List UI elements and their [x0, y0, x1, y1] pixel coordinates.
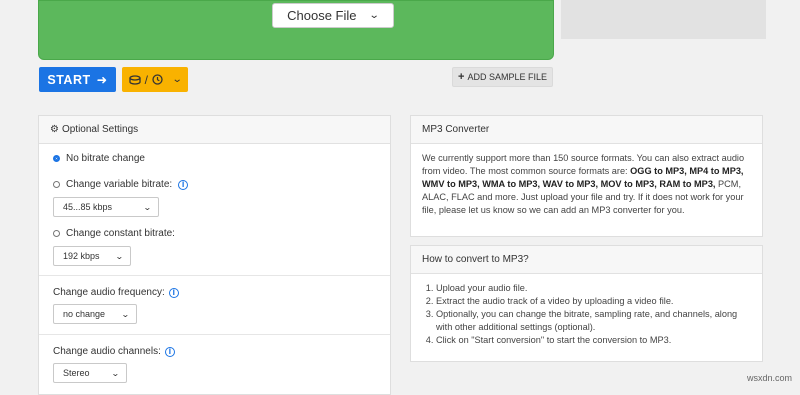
variable-bitrate-radio[interactable] — [53, 181, 60, 188]
mp3-converter-description: We currently support more than 150 sourc… — [411, 144, 762, 225]
audio-frequency-label: Change audio frequency: i — [53, 287, 179, 298]
info-icon[interactable]: i — [164, 346, 175, 357]
chevron-down-icon: ⌄ — [171, 74, 183, 85]
audio-channels-value: Stereo — [63, 368, 90, 378]
audio-frequency-value: no change — [63, 309, 106, 319]
start-label: START — [47, 72, 91, 87]
optional-settings-header: ⚙ Optional Settings — [39, 116, 390, 144]
gear-icon: ⚙ — [50, 124, 59, 135]
options-dropdown-button[interactable]: / ⌄ — [122, 67, 188, 92]
slash-separator: / — [144, 72, 148, 87]
steps-list: Upload your audio file. Extract the audi… — [422, 282, 751, 347]
plus-icon: + — [458, 71, 465, 83]
how-to-panel: How to convert to MP3? Upload your audio… — [410, 245, 763, 362]
ad-placeholder — [561, 0, 766, 39]
optional-settings-title: Optional Settings — [61, 124, 139, 135]
how-to-title: How to convert to MP3? — [422, 254, 529, 265]
mp3-converter-panel: MP3 Converter We currently support more … — [410, 115, 763, 237]
how-to-steps: Upload your audio file. Extract the audi… — [411, 274, 762, 355]
list-item: Optionally, you can change the bitrate, … — [436, 308, 751, 334]
variable-bitrate-value: 45...85 kbps — [63, 202, 113, 212]
variable-bitrate-select[interactable]: 45...85 kbps ⌄ — [53, 197, 159, 217]
chevron-down-icon: ⌄ — [111, 368, 121, 378]
list-item: Extract the audio track of a video by up… — [436, 295, 751, 308]
choose-file-label: Choose File — [287, 8, 357, 23]
chevron-down-icon: ⌄ — [115, 251, 125, 261]
audio-channels-select[interactable]: Stereo ⌄ — [53, 363, 127, 383]
chevron-down-icon: ⌄ — [121, 309, 131, 319]
file-upload-dropzone[interactable]: Choose File ⌄ — [38, 0, 554, 60]
choose-file-button[interactable]: Choose File ⌄ — [272, 3, 394, 28]
clock-icon — [152, 74, 163, 85]
arrow-right-icon: ➜ — [96, 73, 108, 87]
audio-channels-label: Change audio channels: i — [53, 346, 175, 357]
optional-settings-panel: ⚙ Optional Settings No bitrate change Ch… — [38, 115, 391, 395]
chevron-down-icon: ⌄ — [143, 202, 153, 212]
chevron-down-icon: ⌄ — [369, 10, 381, 21]
no-bitrate-label: No bitrate change — [66, 153, 145, 164]
constant-bitrate-select[interactable]: 192 kbps ⌄ — [53, 246, 131, 266]
mp3-converter-title: MP3 Converter — [422, 124, 490, 135]
start-button[interactable]: START ➜ — [39, 67, 116, 92]
audio-channels-text: Change audio channels: — [53, 346, 161, 357]
add-sample-label: ADD SAMPLE FILE — [467, 72, 547, 82]
info-icon[interactable]: i — [178, 179, 189, 190]
mp3-converter-header: MP3 Converter — [411, 116, 762, 144]
divider — [39, 275, 390, 276]
add-sample-file-button[interactable]: + ADD SAMPLE FILE — [452, 67, 553, 87]
variable-bitrate-label: Change variable bitrate: — [66, 179, 173, 190]
database-icon — [128, 74, 141, 85]
how-to-header: How to convert to MP3? — [411, 246, 762, 274]
variable-bitrate-option[interactable]: Change variable bitrate: i — [53, 179, 189, 190]
info-icon[interactable]: i — [168, 287, 179, 298]
audio-frequency-text: Change audio frequency: — [53, 287, 165, 298]
audio-frequency-select[interactable]: no change ⌄ — [53, 304, 137, 324]
list-item: Click on "Start conversion" to start the… — [436, 334, 751, 347]
divider — [39, 334, 390, 335]
list-item: Upload your audio file. — [436, 282, 751, 295]
constant-bitrate-option[interactable]: Change constant bitrate: — [53, 228, 175, 239]
constant-bitrate-label: Change constant bitrate: — [66, 228, 175, 239]
no-bitrate-radio[interactable] — [53, 155, 60, 162]
constant-bitrate-radio[interactable] — [53, 230, 60, 237]
constant-bitrate-value: 192 kbps — [63, 251, 100, 261]
no-bitrate-option[interactable]: No bitrate change — [53, 153, 145, 164]
watermark: wsxdn.com — [746, 373, 792, 383]
